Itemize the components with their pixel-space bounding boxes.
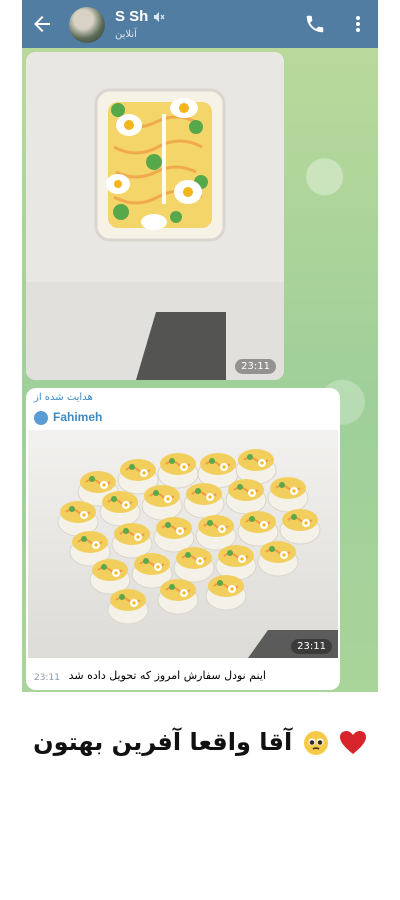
noodle-cup <box>225 479 267 515</box>
text-message-bubble[interactable]: اینم نودل سفارش امروز که تحویل داده شد 2… <box>26 664 296 690</box>
noodle-cup <box>107 589 149 625</box>
noodle-cup <box>205 575 247 611</box>
message-time: 23:11 <box>235 359 276 374</box>
noodle-cup <box>279 509 321 545</box>
noodle-cup <box>257 541 299 577</box>
chat-header: S Sh آنلاین <box>22 0 378 48</box>
noodle-box-photo[interactable] <box>26 52 284 380</box>
forwarded-label: هدایت شده از <box>34 392 93 403</box>
noodle-cups-photo[interactable] <box>28 430 338 658</box>
chat-screenshot: S Sh آنلاین 23:11 هدایت شده از Fahimeh 2… <box>22 0 378 692</box>
photo-message-bubble[interactable]: 23:11 <box>26 52 284 380</box>
forwarded-from-name[interactable]: Fahimeh <box>53 410 102 424</box>
noodle-cup <box>111 523 153 559</box>
mute-icon <box>154 12 165 22</box>
noodle-cup <box>267 477 309 513</box>
noodle-cup <box>215 545 257 581</box>
avatar[interactable] <box>69 7 105 43</box>
noodle-cup <box>99 491 141 527</box>
noodle-cup <box>197 453 239 489</box>
more-vert-icon[interactable] <box>348 14 368 34</box>
noodle-cup <box>237 511 279 547</box>
pleading-face-emoji-icon <box>303 731 328 755</box>
caption-text: آقا واقعا آفرین بهتون <box>33 728 293 756</box>
noodle-cup <box>89 559 131 595</box>
message-time: 23:11 <box>34 673 60 683</box>
forwarded-message-bubble[interactable]: هدایت شده از Fahimeh 23:11 <box>26 388 340 690</box>
noodle-cup <box>157 579 199 615</box>
noodle-cup <box>57 501 99 537</box>
chat-status: آنلاین <box>115 29 137 40</box>
heart-emoji-icon <box>339 731 366 754</box>
message-text: اینم نودل سفارش امروز که تحویل داده شد <box>68 669 266 682</box>
chat-title[interactable]: S Sh <box>115 8 148 25</box>
noodle-cup <box>235 449 277 485</box>
post-caption: آقا واقعا آفرین بهتون <box>0 728 400 756</box>
noodle-cup <box>153 517 195 553</box>
noodle-cup <box>173 547 215 583</box>
message-time: 23:11 <box>291 639 332 654</box>
noodle-cup <box>195 515 237 551</box>
back-arrow-icon[interactable] <box>30 12 54 36</box>
forward-avatar <box>34 411 48 425</box>
noodle-cup <box>141 485 183 521</box>
phone-icon[interactable] <box>304 13 326 35</box>
noodle-cup <box>183 483 225 519</box>
noodle-cup <box>157 453 199 489</box>
